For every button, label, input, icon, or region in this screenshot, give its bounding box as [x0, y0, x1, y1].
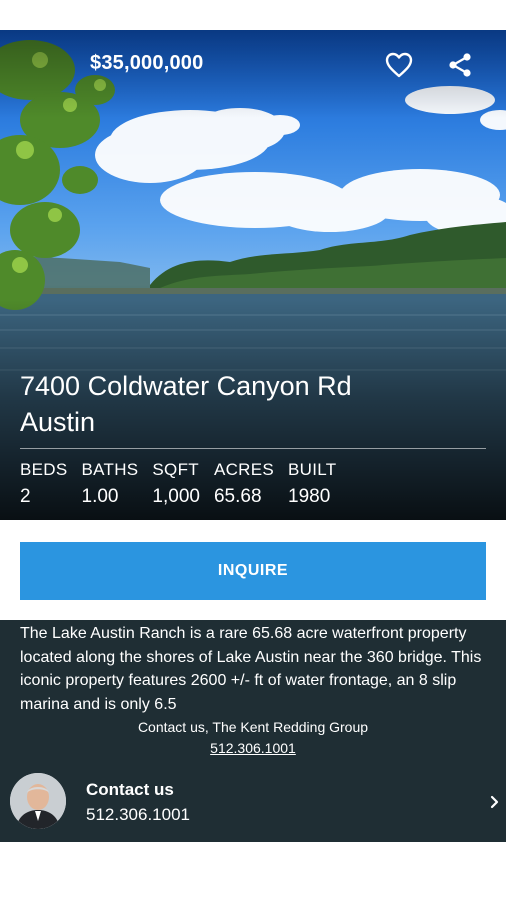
heart-outline-icon — [385, 52, 413, 78]
stat-value: 1.00 — [81, 486, 119, 507]
contact-phone-link-wrap: 512.306.1001 — [0, 740, 506, 756]
stat-value: 1,000 — [152, 486, 200, 507]
listing-price: $35,000,000 — [90, 52, 204, 74]
stats-divider — [20, 448, 486, 449]
status-bar — [0, 0, 506, 30]
contact-agent-card[interactable]: Contact us 512.306.1001 — [0, 768, 506, 836]
contact-agency-line: Contact us, The Kent Redding Group — [137, 719, 369, 735]
listing-address: 7400 Coldwater Canyon Rd Austin — [20, 368, 352, 440]
stat-label: SQFT — [152, 460, 199, 479]
stat-label: BUILT — [288, 460, 337, 479]
hero-gradient-overlay — [0, 30, 506, 520]
inquire-button[interactable]: INQUIRE — [20, 542, 486, 600]
stat-label: ACRES — [213, 460, 275, 479]
hero-photo[interactable]: $35,000,000 7400 Coldwater Canyon Rd Aus… — [0, 30, 506, 520]
listing-description[interactable]: The Lake Austin Ranch is a rare 65.68 ac… — [20, 622, 486, 716]
stat-built: BUILT 1980 — [288, 458, 336, 512]
contact-card-phone: 512.306.1001 — [86, 805, 190, 824]
listing-stats: BEDS 2 BATHS 1.00 SQFT 1,000 ACRES 65.68… — [20, 458, 350, 512]
share-icon — [449, 53, 471, 77]
share-button[interactable] — [443, 48, 477, 82]
stat-sqft: SQFT 1,000 — [152, 458, 200, 512]
agent-photo — [10, 773, 66, 829]
contact-card-title: Contact us — [86, 780, 174, 799]
address-city: Austin — [20, 407, 96, 437]
stat-value: 2 — [20, 486, 31, 507]
description-panel: The Lake Austin Ranch is a rare 65.68 ac… — [0, 620, 506, 842]
stat-beds: BEDS 2 — [20, 458, 68, 512]
agent-avatar — [10, 773, 66, 829]
stat-value: 65.68 — [213, 486, 262, 507]
contact-phone-link[interactable]: 512.306.1001 — [210, 740, 296, 756]
stat-acres: ACRES 65.68 — [214, 458, 274, 512]
stat-baths: BATHS 1.00 — [82, 458, 139, 512]
address-street: 7400 Coldwater Canyon Rd — [20, 371, 352, 401]
system-navigation-bar — [0, 842, 506, 900]
stat-value: 1980 — [288, 486, 331, 507]
favorite-button[interactable] — [382, 48, 416, 82]
chevron-right-icon — [490, 795, 499, 809]
stat-label: BEDS — [20, 460, 68, 479]
stat-label: BATHS — [81, 460, 139, 479]
